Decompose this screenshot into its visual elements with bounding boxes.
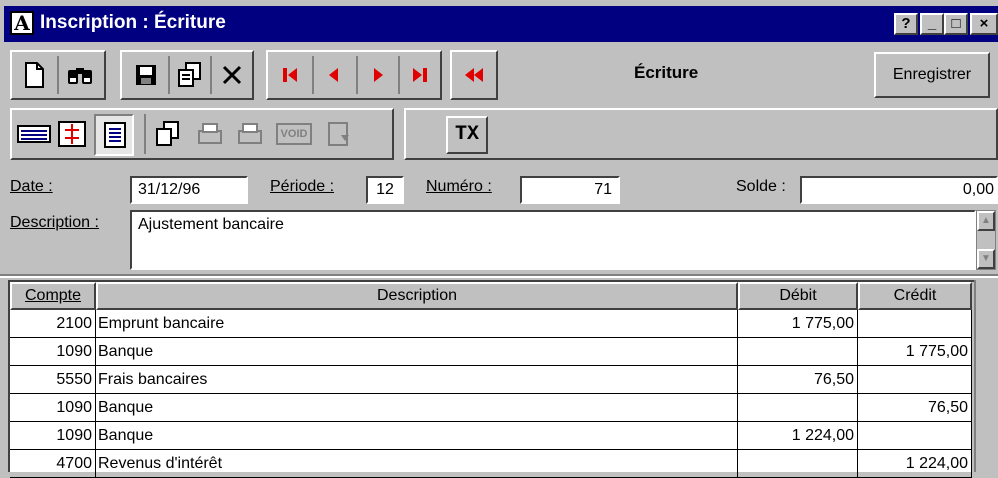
delete-icon[interactable] (214, 57, 250, 93)
record-type-label: Écriture (634, 63, 699, 82)
journal-icon[interactable] (16, 116, 52, 152)
debit-cell[interactable]: 1 224,00 (738, 422, 858, 450)
copy-icon[interactable] (172, 57, 208, 93)
column-header-description[interactable]: Description (96, 282, 738, 310)
save-icon[interactable] (128, 57, 164, 93)
entries-grid[interactable]: Compte Description Débit Crédit 2100 Emp… (10, 282, 972, 478)
description-cell[interactable]: Banque (96, 338, 738, 366)
balance-label: Solde : (736, 178, 786, 195)
credit-cell[interactable]: 76,50 (858, 394, 972, 422)
description-scrollbar[interactable]: ▲ ▼ (976, 210, 996, 270)
grid-scrollbar[interactable] (974, 280, 998, 472)
debit-cell[interactable] (738, 338, 858, 366)
period-label: Période : (270, 178, 334, 196)
duplicate-icon[interactable] (150, 116, 186, 152)
void-icon: VOID (275, 116, 313, 152)
maximize-button[interactable]: □ (944, 13, 968, 35)
table-row[interactable]: 2100 Emprunt bancaire 1 775,00 (10, 310, 972, 338)
credit-cell[interactable] (858, 422, 972, 450)
description-field[interactable]: Ajustement bancaire (130, 210, 976, 270)
tax-toolbar-group: TX (404, 108, 998, 160)
scroll-up-icon[interactable]: ▲ (977, 211, 995, 231)
title-bar[interactable]: A Inscription : Écriture ? _ □ × (4, 6, 998, 42)
save-button[interactable]: Enregistrer (874, 52, 990, 98)
column-header-compte[interactable]: Compte (10, 282, 96, 310)
description-label-text: Description : (10, 214, 99, 231)
account-cell[interactable]: 5550 (10, 366, 96, 394)
number-label-text: Numéro : (426, 178, 492, 195)
last-record-icon[interactable] (402, 57, 438, 93)
view-toolbar-group: VOID (10, 108, 394, 160)
number-label: Numéro : (426, 178, 492, 196)
number-field[interactable]: 71 (520, 176, 620, 204)
debit-cell[interactable] (738, 450, 858, 478)
scroll-down-icon[interactable]: ▼ (977, 249, 995, 269)
next-record-icon[interactable] (360, 57, 396, 93)
table-row[interactable]: 1090 Banque 1 775,00 (10, 338, 972, 366)
edit-toolbar-group (120, 50, 254, 100)
date-label-text: Date : (10, 178, 53, 195)
credit-cell[interactable]: 1 775,00 (858, 338, 972, 366)
balance-field: 0,00 (800, 176, 998, 204)
tax-button[interactable]: TX (446, 116, 488, 154)
table-row[interactable]: 1090 Banque 76,50 (10, 394, 972, 422)
first-record-icon[interactable] (272, 57, 308, 93)
reverse-entry-icon[interactable] (456, 57, 492, 93)
column-header-debit[interactable]: Débit (738, 282, 858, 310)
credit-cell[interactable] (858, 310, 972, 338)
print-icon (192, 116, 228, 152)
debit-cell[interactable]: 76,50 (738, 366, 858, 394)
account-cell[interactable]: 1090 (10, 338, 96, 366)
table-row[interactable]: 1090 Banque 1 224,00 (10, 422, 972, 450)
allocation-icon[interactable] (54, 116, 90, 152)
credit-cell[interactable] (858, 366, 972, 394)
debit-cell[interactable]: 1 775,00 (738, 310, 858, 338)
table-row[interactable]: 5550 Frais bancaires 76,50 (10, 366, 972, 394)
find-icon[interactable] (62, 57, 98, 93)
account-cell[interactable]: 2100 (10, 310, 96, 338)
void-label: VOID (275, 123, 313, 145)
new-icon[interactable] (16, 57, 52, 93)
date-label: Date : (10, 178, 53, 196)
minimize-button[interactable]: _ (920, 13, 944, 35)
credit-cell[interactable]: 1 224,00 (858, 450, 972, 478)
previous-record-icon[interactable] (316, 57, 352, 93)
date-field[interactable]: 31/12/96 (130, 176, 248, 204)
period-label-text: Période : (270, 178, 335, 195)
app-icon[interactable]: A (10, 11, 34, 35)
column-header-compte-label: Compte (24, 287, 82, 304)
window-title: Inscription : Écriture (40, 12, 226, 33)
description-cell[interactable]: Frais bancaires (96, 366, 738, 394)
column-header-credit[interactable]: Crédit (858, 282, 972, 310)
debit-cell[interactable] (738, 394, 858, 422)
description-cell[interactable]: Banque (96, 422, 738, 450)
table-row[interactable]: 4700 Revenus d'intérêt 1 224,00 (10, 450, 972, 478)
help-button[interactable]: ? (894, 13, 918, 35)
period-field[interactable]: 12 (366, 176, 404, 204)
account-cell[interactable]: 1090 (10, 422, 96, 450)
description-cell[interactable]: Revenus d'intérêt (96, 450, 738, 478)
account-cell[interactable]: 4700 (10, 450, 96, 478)
file-toolbar-group (10, 50, 106, 100)
recurring-icon (322, 116, 358, 152)
reverse-toolbar-group (450, 50, 498, 100)
description-cell[interactable]: Banque (96, 394, 738, 422)
account-cell[interactable]: 1090 (10, 394, 96, 422)
print-batch-icon (232, 116, 268, 152)
close-button[interactable]: × (970, 13, 998, 35)
navigation-toolbar-group (266, 50, 442, 100)
description-cell[interactable]: Emprunt bancaire (96, 310, 738, 338)
window: A Inscription : Écriture ? _ □ × Écritur… (0, 0, 998, 478)
list-view-icon[interactable] (94, 114, 134, 156)
description-label: Description : (10, 214, 99, 232)
